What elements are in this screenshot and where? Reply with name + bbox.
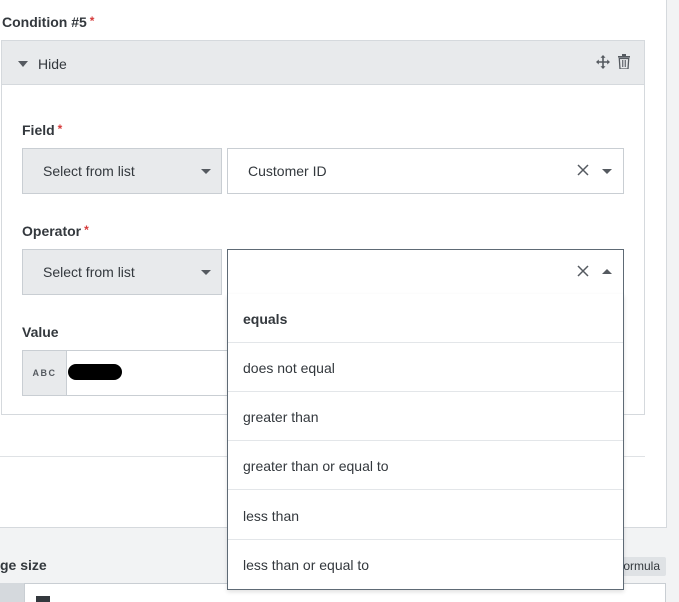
clear-icon[interactable] [576, 264, 590, 278]
operator-label: Operator * [22, 223, 89, 239]
condition-header[interactable]: Hide [2, 41, 644, 85]
caret-down-icon[interactable] [18, 61, 28, 67]
field-label: Field * [22, 122, 63, 138]
chevron-down-icon [201, 169, 211, 174]
option-item[interactable]: equals [228, 294, 623, 343]
type-badge[interactable]: ABC [23, 351, 67, 395]
page-size-source-select[interactable] [0, 583, 24, 602]
condition-label: Condition #5 * [2, 14, 95, 30]
value-label: Value [22, 324, 59, 340]
field-source-value: Select from list [43, 163, 135, 179]
operator-options-list: equals does not equal greater than great… [227, 294, 624, 590]
clear-icon[interactable] [576, 163, 590, 177]
operator-source-select[interactable]: Select from list [22, 249, 222, 295]
redacted-value [68, 364, 122, 380]
field-value-combobox[interactable]: Customer ID [227, 148, 624, 194]
option-item[interactable]: does not equal [228, 343, 623, 392]
option-item[interactable]: greater than [228, 392, 623, 441]
operator-source-value: Select from list [43, 264, 135, 280]
chevron-down-icon[interactable] [602, 169, 612, 174]
move-icon[interactable] [596, 55, 610, 69]
value-input[interactable]: ABC [22, 350, 228, 396]
chevron-down-icon [201, 270, 211, 275]
field-value-text: Customer ID [248, 163, 327, 179]
required-asterisk: * [89, 14, 95, 28]
page-size-value-fragment [36, 596, 50, 602]
field-source-select[interactable]: Select from list [22, 148, 222, 194]
option-item[interactable]: less than or equal to [228, 540, 623, 589]
panel-gutter [666, 0, 679, 528]
trash-icon[interactable] [618, 54, 630, 69]
option-item[interactable]: less than [228, 491, 623, 540]
chevron-up-icon[interactable] [602, 269, 612, 274]
option-item[interactable]: greater than or equal to [228, 441, 623, 490]
required-asterisk: * [84, 223, 89, 237]
page-size-label: ge size [0, 557, 47, 573]
condition-action-title: Hide [38, 56, 67, 72]
required-asterisk: * [57, 122, 63, 136]
operator-combobox[interactable] [227, 249, 624, 295]
